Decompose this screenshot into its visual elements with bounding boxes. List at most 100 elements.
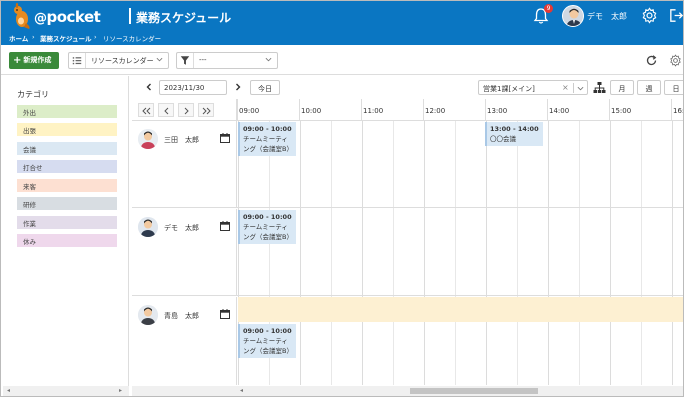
scroll-left-icon[interactable]: ◂ (7, 387, 10, 394)
today-button[interactable]: 今日 (250, 80, 280, 95)
resource-row[interactable]: 三田 太郎 09:00 - 10:00 チームミーティング（会議室B） 13:0… (132, 121, 683, 208)
month-view-button[interactable]: 月 (610, 80, 634, 95)
hour-divider (609, 99, 610, 120)
person-photo-icon (138, 305, 158, 325)
page-title: 業務スケジュール (136, 11, 232, 25)
category-item[interactable]: 外出 (17, 105, 117, 118)
resource-cell: 青島 太郎 (132, 297, 237, 385)
event-title: 〇〇会議 (490, 135, 516, 143)
hour-divider (361, 99, 362, 120)
breadcrumb-separator: › (32, 33, 35, 41)
event-time: 13:00 - 14:00 (490, 125, 539, 133)
avatar (138, 217, 158, 237)
hour-label: 10:00 (301, 107, 322, 115)
event-block[interactable]: 09:00 - 10:00 チームミーティング（会議室B） (238, 210, 296, 244)
resource-cell: 三田 太郎 (132, 121, 237, 207)
avatar (138, 305, 158, 325)
group-select-value: 営業1課[メイン] (483, 85, 535, 93)
double-chevron-right-icon (202, 107, 211, 115)
category-item[interactable]: 研修 (17, 197, 117, 210)
category-item[interactable]: 休み (17, 234, 117, 247)
schedule-grid: 三田 太郎 09:00 - 10:00 チームミーティング（会議室B） 13:0… (132, 121, 683, 385)
next-page-button[interactable] (178, 103, 194, 117)
hour-divider (299, 99, 300, 120)
resource-row[interactable]: 青島 太郎 09:00 - 10:00 チームミーティング（会議室B） (132, 297, 683, 385)
clear-icon[interactable]: × (562, 83, 569, 92)
next-day-icon[interactable] (233, 81, 243, 93)
hour-divider (547, 99, 548, 120)
first-page-button[interactable] (138, 103, 154, 117)
resource-cell: デモ 太郎 (132, 209, 237, 295)
group-select[interactable]: 営業1課[メイン] × (478, 80, 588, 95)
toolbar: + 新規作成 リソースカレンダー --- (1, 45, 683, 75)
view-select[interactable]: リソースカレンダー (68, 52, 169, 69)
breadcrumb-home[interactable]: ホーム (9, 33, 28, 43)
view-select-value: リソースカレンダー (91, 57, 154, 65)
category-item[interactable]: 打合せ (17, 160, 117, 173)
event-block[interactable]: 13:00 - 14:00 〇〇会議 (485, 122, 543, 146)
breadcrumb-schedule[interactable]: 業務スケジュール (40, 33, 92, 43)
hour-divider (485, 99, 486, 120)
left-scrollbar[interactable]: ◂ ▸ (3, 386, 129, 396)
category-title: カテゴリ (17, 90, 49, 99)
category-item[interactable]: 来客 (17, 179, 117, 192)
new-button[interactable]: + 新規作成 (9, 52, 59, 69)
scroll-left-icon[interactable]: ◂ (240, 387, 243, 394)
list-icon (72, 53, 86, 68)
hour-label: 14:00 (549, 107, 570, 115)
category-panel: カテゴリ 外出 出張 会議 打合せ 来客 研修 作業 休み (3, 76, 129, 396)
calendar-icon[interactable] (220, 221, 230, 231)
hour-divider (671, 99, 672, 120)
filter-icon (180, 53, 194, 68)
header-divider (129, 8, 131, 24)
event-block[interactable]: 09:00 - 10:00 チームミーティング（会議室B） (238, 122, 296, 156)
resource-nav-corner (132, 99, 237, 121)
resource-name: 青島 太郎 (164, 312, 199, 320)
pocket-logo[interactable]: @pocket (34, 8, 101, 26)
day-view-button[interactable]: 日 (664, 80, 683, 95)
chevron-down-icon (577, 86, 584, 91)
last-page-button[interactable] (198, 103, 214, 117)
logout-icon[interactable] (668, 7, 684, 24)
time-header: 09:00 10:00 11:00 12:00 13:00 14:00 15:0… (237, 99, 683, 121)
event-title: チームミーティング（会議室B） (243, 135, 293, 153)
chevron-left-icon (164, 107, 169, 115)
hour-label: 11:00 (363, 107, 384, 115)
hour-label: 12:00 (425, 107, 446, 115)
category-item[interactable]: 会議 (17, 142, 117, 155)
person-photo-icon (138, 217, 158, 237)
filter-select-value: --- (199, 56, 207, 64)
refresh-icon[interactable] (645, 54, 658, 67)
all-day-band[interactable] (238, 297, 683, 322)
week-view-button[interactable]: 週 (637, 80, 661, 95)
gear-icon[interactable] (641, 7, 658, 24)
scrollbar-thumb[interactable] (410, 388, 538, 394)
person-photo-icon (563, 6, 583, 26)
date-input[interactable]: 2023/11/30 (159, 80, 227, 95)
person-photo-icon (138, 129, 158, 149)
prev-day-icon[interactable] (144, 81, 154, 93)
settings-gear-icon[interactable] (669, 54, 682, 67)
scroll-right-icon[interactable]: ▸ (119, 387, 122, 394)
breadcrumb-current: リソースカレンダー (103, 35, 162, 43)
org-chart-icon[interactable] (592, 80, 607, 95)
calendar-icon[interactable] (220, 309, 230, 319)
event-title: チームミーティング（会議室B） (243, 337, 293, 355)
filter-select[interactable]: --- (176, 52, 278, 69)
event-time: 09:00 - 10:00 (243, 213, 292, 221)
prev-page-button[interactable] (158, 103, 174, 117)
chevron-right-icon (184, 107, 189, 115)
event-block[interactable]: 09:00 - 10:00 チームミーティング（会議室B） (238, 324, 296, 358)
resource-name: 三田 太郎 (164, 136, 199, 144)
calendar-icon[interactable] (220, 133, 230, 143)
category-item[interactable]: 作業 (17, 216, 117, 229)
category-item[interactable]: 出張 (17, 123, 117, 136)
hour-label: 13:00 (487, 107, 508, 115)
resource-name: デモ 太郎 (164, 224, 199, 232)
user-avatar[interactable] (562, 5, 584, 27)
hour-divider (423, 99, 424, 120)
user-name[interactable]: デモ 太郎 (587, 11, 627, 22)
calendar-scrollbar[interactable]: ◂ (132, 386, 683, 396)
hour-divider (237, 99, 238, 120)
resource-row[interactable]: デモ 太郎 09:00 - 10:00 チームミーティング（会議室B） (132, 209, 683, 296)
